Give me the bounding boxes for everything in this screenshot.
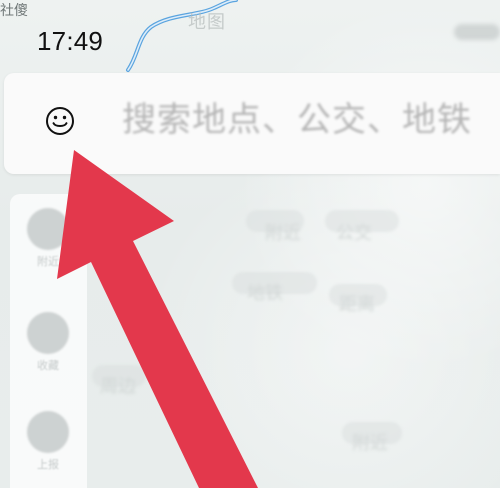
annotation-arrow: [57, 150, 258, 488]
